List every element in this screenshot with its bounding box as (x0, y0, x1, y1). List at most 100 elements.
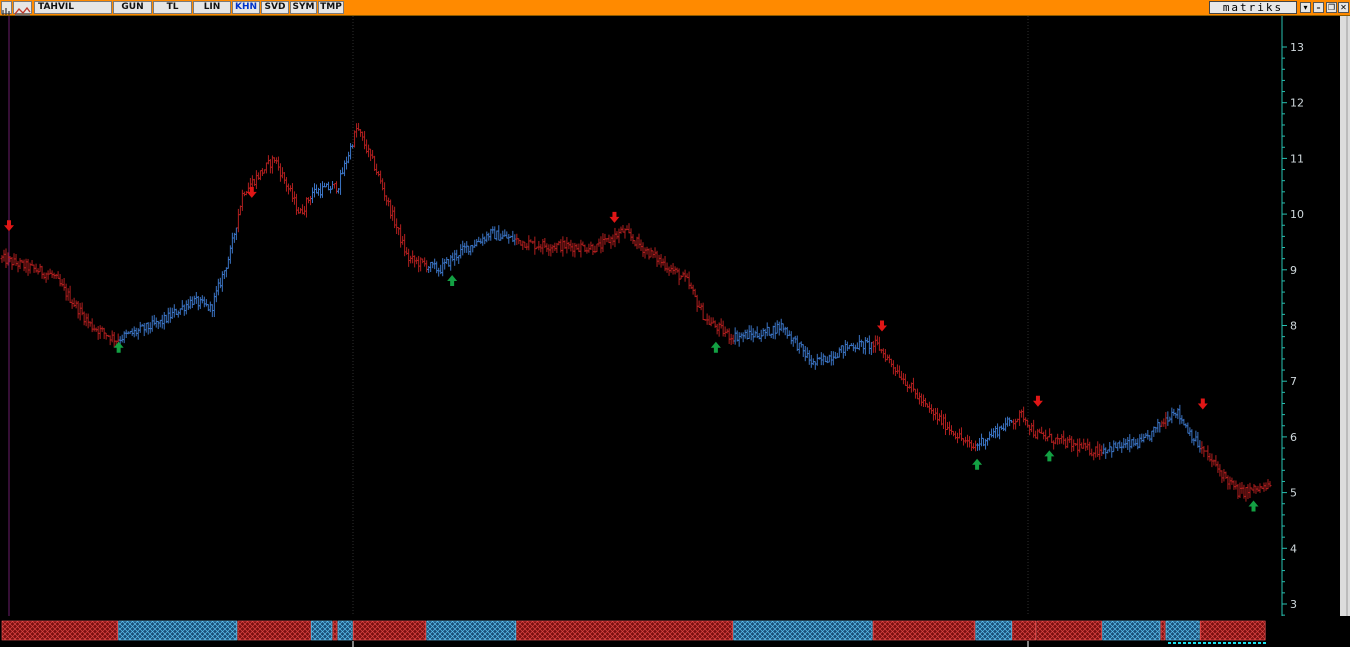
price-bar (2, 249, 6, 262)
price-bar (613, 227, 617, 248)
price-bar (1112, 440, 1116, 453)
price-bar (573, 242, 577, 258)
price-bar (727, 328, 731, 344)
price-bar (771, 325, 775, 339)
price-bar (268, 159, 272, 174)
price-bar (677, 268, 681, 286)
price-bar (895, 364, 899, 374)
tab-lin[interactable]: LIN (193, 1, 231, 14)
price-bar (451, 252, 455, 262)
price-bar (1222, 469, 1226, 482)
sell-arrow-icon (1197, 398, 1208, 410)
price-bar (1116, 442, 1120, 452)
price-bars (0, 122, 1272, 502)
price-bar (112, 332, 116, 348)
price-bar (659, 254, 663, 268)
price-bar (202, 296, 206, 308)
price-bar (671, 263, 675, 275)
chart-type-icon[interactable] (1, 1, 12, 15)
price-bar (222, 270, 226, 280)
price-bar (26, 258, 30, 276)
tab-khn[interactable]: KHN (232, 1, 260, 14)
tab-tahvil[interactable]: TAHVIL (34, 1, 112, 14)
close-icon[interactable]: ✕ (1338, 2, 1349, 13)
price-bar (691, 284, 695, 295)
strip-dot (1243, 642, 1246, 644)
strip-dot (1248, 642, 1251, 644)
price-bar (765, 322, 769, 337)
price-bar (1122, 437, 1126, 449)
price-bar (359, 129, 363, 137)
tab-sym[interactable]: SYM (290, 1, 317, 14)
price-bar (278, 163, 282, 182)
indicator-icon[interactable] (13, 1, 32, 16)
trend-regime-strip (1, 620, 1266, 647)
strip-dot (1263, 642, 1266, 644)
price-bar (517, 238, 521, 245)
tab-gun[interactable]: GUN (113, 1, 152, 14)
price-chart[interactable]: 3 4 5 6 7 8 9 10 11 12 13 (0, 16, 1350, 616)
price-bar (22, 259, 26, 272)
price-bar (970, 439, 974, 452)
price-bar (549, 244, 553, 257)
minimize-icon[interactable]: – (1313, 2, 1324, 13)
price-bar (1080, 442, 1084, 449)
price-bar (903, 373, 907, 386)
y-tick-label: 6 (1290, 431, 1297, 444)
scrollbar[interactable] (1340, 16, 1350, 616)
price-bar (791, 337, 795, 347)
price-bar (1008, 417, 1012, 427)
price-bar (767, 326, 771, 336)
price-bar (1254, 485, 1258, 494)
price-bar (741, 332, 745, 343)
price-bar (60, 279, 64, 287)
price-bar (869, 342, 873, 356)
price-bar (160, 314, 164, 329)
price-bar (455, 249, 459, 261)
price-bar (781, 323, 785, 333)
price-bar (789, 331, 793, 345)
y-tick-label: 9 (1290, 264, 1297, 277)
price-bar (240, 189, 244, 211)
price-bar (459, 244, 463, 259)
price-bar (889, 358, 893, 368)
price-bar (639, 239, 643, 251)
price-bar (1160, 420, 1164, 427)
price-bar (857, 335, 861, 351)
price-bar (194, 291, 198, 304)
price-bar (719, 318, 723, 329)
price-bar (901, 373, 905, 385)
price-bar (1044, 429, 1048, 442)
price-bar (316, 187, 320, 196)
tab-svd[interactable]: SVD (261, 1, 289, 14)
price-bar (954, 431, 958, 440)
price-bar (56, 271, 60, 279)
tab-tmp[interactable]: TMP (318, 1, 344, 14)
price-bar (927, 401, 931, 413)
price-bar (1058, 438, 1062, 445)
price-bar (943, 413, 947, 435)
price-bar (1098, 443, 1102, 460)
price-bar (469, 245, 473, 256)
tab-tl[interactable]: TL (153, 1, 192, 14)
price-bar (947, 421, 951, 436)
y-tick-label: 7 (1290, 375, 1297, 388)
price-bar (493, 226, 497, 240)
price-bar (176, 310, 180, 318)
chevron-down-icon[interactable]: ▾ (1300, 2, 1311, 13)
price-bar (423, 257, 427, 267)
price-bar (751, 328, 755, 343)
price-bar (90, 318, 94, 333)
price-bar (1170, 407, 1174, 424)
price-bar (40, 265, 44, 279)
price-bar (435, 261, 439, 274)
price-bar (775, 320, 779, 334)
price-bar (1248, 482, 1252, 499)
price-bar (1002, 423, 1006, 431)
price-bar (1190, 429, 1194, 444)
price-bar (260, 168, 264, 176)
price-bar (980, 433, 984, 447)
price-bar (333, 183, 337, 189)
restore-icon[interactable]: ❐ (1326, 2, 1337, 13)
price-bar (198, 296, 202, 309)
